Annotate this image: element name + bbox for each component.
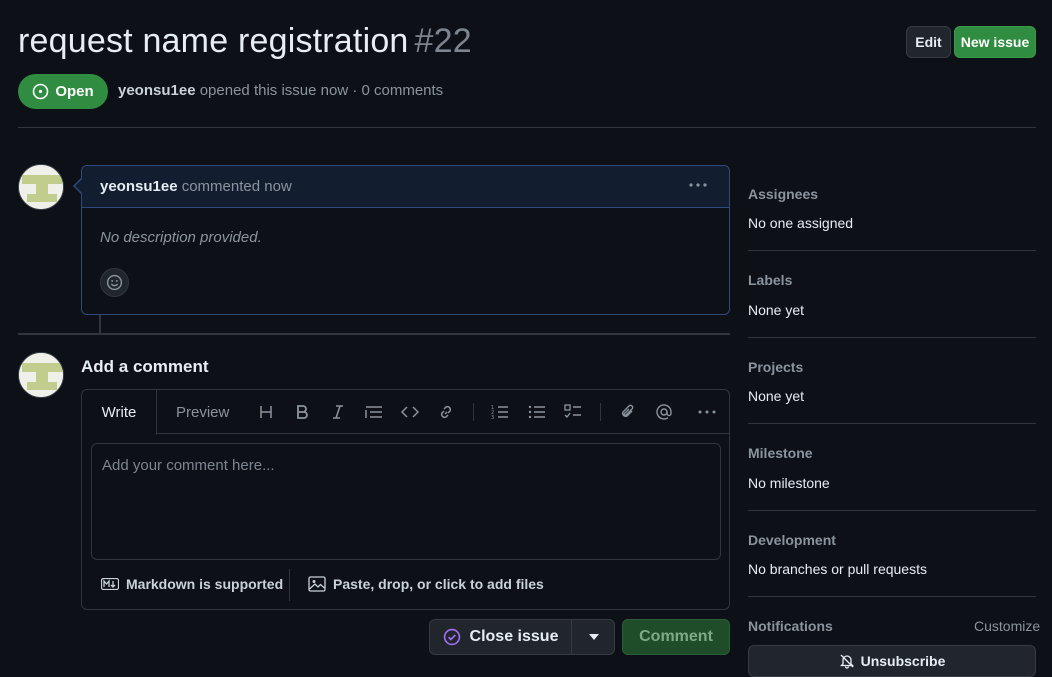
comment-time[interactable]: commented now — [182, 178, 292, 195]
sidebar-divider — [748, 423, 1036, 424]
sidebar-projects-heading[interactable]: Projects — [748, 359, 803, 375]
close-issue-label: Close issue — [469, 628, 559, 645]
toolbar-divider-2 — [600, 403, 601, 421]
comment-author-link[interactable]: yeonsu1ee — [100, 178, 178, 195]
attach-files-button[interactable]: Paste, drop, or click to add files — [308, 576, 544, 592]
customize-notifications-link[interactable]: Customize — [974, 618, 1040, 634]
sidebar-divider — [748, 510, 1036, 511]
toolbar-divider — [473, 403, 474, 421]
attach-files-label: Paste, drop, or click to add files — [333, 576, 544, 592]
new-issue-button[interactable]: New issue — [954, 26, 1036, 58]
issue-open-icon — [33, 83, 49, 100]
comment-body: No description provided. — [100, 229, 262, 246]
bell-slash-icon — [839, 654, 854, 669]
comment-header: yeonsu1ee commented now — [82, 166, 729, 208]
italic-icon[interactable] — [327, 401, 349, 423]
sidebar-divider — [748, 250, 1036, 251]
image-icon — [308, 576, 326, 592]
svg-text:3: 3 — [491, 415, 494, 420]
issue-state-label: Open — [55, 83, 94, 100]
attachment-icon[interactable] — [617, 401, 639, 423]
quote-icon[interactable] — [363, 401, 385, 423]
avatar[interactable] — [18, 164, 64, 210]
sidebar-assignees-heading[interactable]: Assignees — [748, 186, 818, 202]
issue-closed-icon — [443, 628, 460, 646]
bold-icon[interactable] — [291, 401, 313, 423]
more-icon[interactable] — [696, 401, 718, 423]
add-reaction-button[interactable] — [100, 268, 129, 297]
editor-toolbar: Write Preview 123 — [82, 390, 729, 435]
markdown-icon — [101, 578, 119, 590]
sidebar-notifications-heading: Notifications — [748, 618, 833, 634]
task-list-icon[interactable] — [562, 401, 584, 423]
comment-pointer-fill — [75, 179, 82, 193]
issue-comment: yeonsu1ee commented now No description p… — [81, 165, 730, 315]
sidebar-milestone-heading[interactable]: Milestone — [748, 445, 813, 461]
sidebar-labels-value: None yet — [748, 302, 805, 318]
footer-divider — [289, 569, 290, 601]
close-issue-button-group: Close issue — [429, 619, 615, 655]
close-issue-button[interactable]: Close issue — [430, 620, 572, 654]
issue-author-link[interactable]: yeonsu1ee — [118, 82, 196, 99]
sidebar-development-heading[interactable]: Development — [748, 532, 836, 548]
triangle-down-icon — [588, 634, 599, 640]
comment-textarea[interactable] — [91, 443, 721, 560]
sidebar-milestone-value: No milestone — [748, 475, 830, 491]
sidebar-development-value: No branches or pull requests — [748, 561, 927, 577]
unsubscribe-label: Unsubscribe — [860, 653, 946, 669]
comment-editor: Write Preview 123 Add your comment here.… — [81, 389, 730, 610]
sidebar-labels-heading[interactable]: Labels — [748, 272, 792, 288]
issue-state-badge: Open — [18, 74, 108, 109]
ordered-list-icon[interactable]: 123 — [489, 401, 511, 423]
markdown-note-label: Markdown is supported — [126, 576, 284, 592]
timeline-divider — [18, 333, 730, 335]
sidebar-projects-value: None yet — [748, 388, 805, 404]
close-issue-options-button[interactable] — [572, 620, 615, 654]
sidebar-assignees-value: No one assigned — [748, 215, 854, 231]
issue-meta: yeonsu1ee opened this issue now · 0 comm… — [118, 82, 443, 99]
heading-icon[interactable] — [255, 401, 277, 423]
markdown-note[interactable]: Markdown is supported — [101, 576, 283, 592]
unsubscribe-button[interactable]: Unsubscribe — [748, 645, 1036, 677]
timeline-line — [99, 315, 101, 333]
add-comment-heading: Add a comment — [81, 357, 209, 376]
header-divider — [18, 127, 1036, 128]
smiley-icon — [106, 274, 123, 291]
issue-meta-text: opened this issue now · 0 comments — [199, 82, 444, 99]
issue-title-text: request name registration — [18, 22, 409, 60]
comment-button[interactable]: Comment — [622, 619, 730, 655]
issue-title: request name registration #22 — [18, 22, 472, 61]
mention-icon[interactable] — [653, 401, 675, 423]
edit-button[interactable]: Edit — [906, 26, 951, 58]
code-icon[interactable] — [399, 401, 421, 423]
current-user-avatar[interactable] — [18, 352, 64, 398]
link-icon[interactable] — [435, 401, 457, 423]
tab-preview[interactable]: Preview — [176, 404, 229, 421]
kebab-horizontal-icon[interactable] — [687, 174, 709, 201]
sidebar-divider — [748, 596, 1036, 597]
unordered-list-icon[interactable] — [526, 401, 548, 423]
tab-write[interactable]: Write — [82, 390, 157, 435]
sidebar-divider — [748, 337, 1036, 338]
comment-author-line: yeonsu1ee commented now — [100, 178, 292, 195]
issue-number: #22 — [414, 22, 472, 60]
